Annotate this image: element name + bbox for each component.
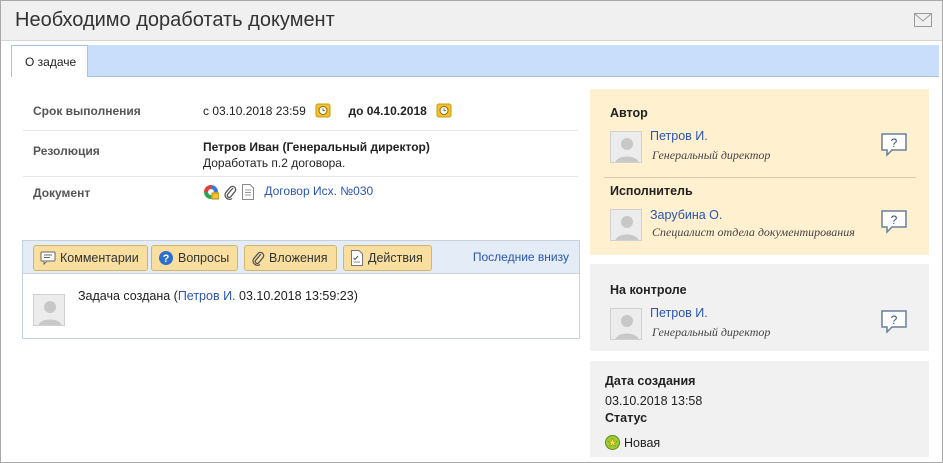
document-row: Документ Договор Исх. №030 xyxy=(23,177,578,213)
paperclip-icon xyxy=(252,251,265,266)
questions-button-label: Вопросы xyxy=(178,251,230,265)
svg-text:?: ? xyxy=(891,313,898,327)
executor-title: Исполнитель xyxy=(610,184,693,198)
status-label: Статус xyxy=(605,411,648,425)
tab-about-task[interactable]: О задаче xyxy=(11,45,88,78)
status-badge: Новая xyxy=(605,435,660,450)
document-value: Договор Исх. №030 xyxy=(203,184,373,200)
comment-author-link[interactable]: Петров И. xyxy=(178,289,236,303)
document-link[interactable]: Договор Исх. №030 xyxy=(264,184,373,198)
document-label: Документ xyxy=(33,186,91,200)
created-label: Дата создания xyxy=(605,374,696,388)
attachments-button[interactable]: Вложения xyxy=(244,245,337,271)
task-content: Срок выполнения с 03.10.2018 23:59 до 04… xyxy=(11,77,939,457)
deadline-row: Срок выполнения с 03.10.2018 23:59 до 04… xyxy=(23,91,578,131)
deadline-value: с 03.10.2018 23:59 до 04.10.2018 xyxy=(203,102,452,118)
comments-toolbar: Комментарии ? Вопросы Вложения Действия … xyxy=(23,241,579,274)
deadline-from: с 03.10.2018 23:59 xyxy=(203,104,306,118)
comments-button[interactable]: Комментарии xyxy=(33,245,148,271)
paperclip-icon[interactable] xyxy=(223,184,237,200)
resolution-person: Петров Иван (Генеральный директор) xyxy=(203,140,430,154)
author-title: Автор xyxy=(610,106,648,120)
executor-role: Специалист отдела документирования xyxy=(652,225,855,239)
control-panel: На контроле Петров И. Генеральный директ… xyxy=(590,264,929,351)
deadline-label: Срок выполнения xyxy=(33,104,141,118)
question-icon: ? xyxy=(159,251,173,265)
svg-text:?: ? xyxy=(891,136,898,150)
author-panel: Автор Петров И. Генеральный директор ? И… xyxy=(590,89,929,255)
avatar xyxy=(610,209,642,241)
task-window: Необходимо доработать документ О задаче … xyxy=(0,0,943,463)
deadline-to: 04.10.2018 xyxy=(366,104,427,118)
window-title: Необходимо доработать документ xyxy=(15,9,335,31)
created-value: 03.10.2018 13:58 xyxy=(605,394,703,408)
author-name-link[interactable]: Петров И. xyxy=(650,129,708,143)
help-question-icon[interactable]: ? xyxy=(880,132,908,158)
deadline-to-prefix: до xyxy=(348,104,364,118)
resolution-label: Резолюция xyxy=(33,144,100,158)
user-placeholder-icon xyxy=(611,132,641,162)
control-person-role: Генеральный директор xyxy=(652,325,771,339)
control-title: На контроле xyxy=(610,283,687,297)
comments-panel: Комментарии ? Вопросы Вложения Действия … xyxy=(22,240,580,339)
file-icon xyxy=(242,184,254,200)
comment-time: 03.10.2018 13:59:23) xyxy=(235,289,358,303)
actions-button[interactable]: Действия xyxy=(343,245,432,271)
help-question-icon[interactable]: ? xyxy=(880,209,908,235)
checklist-icon xyxy=(351,250,363,266)
user-placeholder-icon xyxy=(611,309,641,339)
title-bar: Необходимо доработать документ xyxy=(1,1,942,41)
comment-text: Задача создана xyxy=(78,289,171,303)
comments-button-label: Комментарии xyxy=(60,251,139,265)
comment-paren: ( xyxy=(170,289,178,303)
questions-button[interactable]: ? Вопросы xyxy=(151,245,239,271)
resolution-value: Петров Иван (Генеральный директор) Дораб… xyxy=(203,139,430,171)
comment-entry: Задача создана (Петров И. 03.10.2018 13:… xyxy=(78,289,358,303)
help-question-icon[interactable]: ? xyxy=(880,309,908,335)
author-role: Генеральный директор xyxy=(652,148,771,162)
resolution-row: Резолюция Петров Иван (Генеральный дирек… xyxy=(23,131,578,177)
control-person-link[interactable]: Петров И. xyxy=(650,306,708,320)
avatar xyxy=(610,308,642,340)
envelope-icon[interactable] xyxy=(914,13,932,27)
new-status-icon xyxy=(605,435,620,450)
comment-icon xyxy=(40,251,56,265)
user-placeholder-icon xyxy=(34,295,64,325)
status-value: Новая xyxy=(624,435,661,450)
sort-order-link[interactable]: Последние внизу xyxy=(473,250,569,264)
document-status-icon xyxy=(204,185,219,200)
attachments-button-label: Вложения xyxy=(269,251,328,265)
calendar-icon[interactable] xyxy=(436,102,452,118)
resolution-text: Доработать п.2 договора. xyxy=(203,156,346,170)
avatar xyxy=(610,131,642,163)
panel-separator xyxy=(604,177,916,178)
user-placeholder-icon xyxy=(611,210,641,240)
executor-name-link[interactable]: Зарубина О. xyxy=(650,208,722,222)
svg-text:?: ? xyxy=(163,253,170,265)
calendar-icon[interactable] xyxy=(315,102,331,118)
svg-text:?: ? xyxy=(891,213,898,227)
actions-button-label: Действия xyxy=(368,251,423,265)
avatar xyxy=(33,294,65,326)
tabs-bar: О задаче xyxy=(11,45,939,78)
info-panel: Дата создания 03.10.2018 13:58 Статус Но… xyxy=(590,361,929,457)
